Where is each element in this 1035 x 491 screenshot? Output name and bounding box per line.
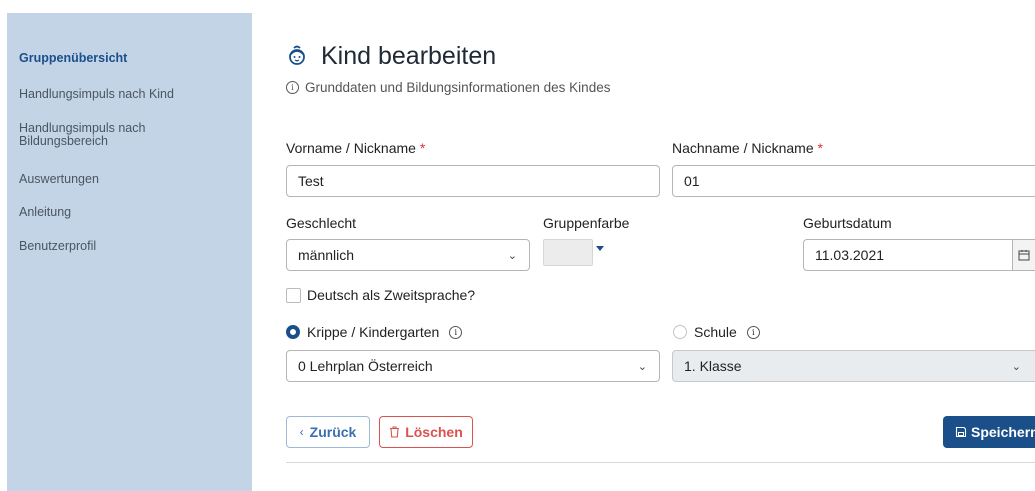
back-button[interactable]: ‹ Zurück bbox=[286, 416, 370, 448]
sidebar-item-anleitung[interactable]: Anleitung bbox=[19, 206, 71, 219]
trash-icon bbox=[390, 426, 400, 438]
nachname-label: Nachname / Nickname * bbox=[672, 140, 823, 156]
nachname-field[interactable]: 01 bbox=[672, 165, 1035, 197]
geburtsdatum-field[interactable]: 11.03.2021 bbox=[803, 239, 1013, 271]
save-button[interactable]: Speichern bbox=[943, 416, 1035, 448]
delete-button[interactable]: Löschen bbox=[379, 416, 473, 448]
geschlecht-label: Geschlecht bbox=[286, 215, 357, 231]
vorname-label: Vorname / Nickname * bbox=[286, 140, 426, 156]
klasse-select[interactable]: 1. Klasse ⌄ bbox=[672, 350, 1035, 382]
deutsch-checkbox[interactable] bbox=[286, 288, 301, 303]
divider bbox=[286, 462, 1035, 463]
page-subtitle: i Grunddaten und Bildungsinformationen d… bbox=[286, 80, 610, 95]
schule-radio[interactable] bbox=[673, 325, 687, 339]
calendar-icon bbox=[1018, 250, 1030, 261]
page-header: Kind bearbeiten bbox=[285, 38, 496, 74]
krippe-radio[interactable] bbox=[286, 325, 300, 339]
deutsch-label: Deutsch als Zweitsprache? bbox=[307, 287, 476, 303]
chevron-down-icon: ⌄ bbox=[1011, 361, 1021, 373]
krippe-label: Krippe / Kindergarten bbox=[307, 324, 440, 340]
chevron-down-icon: ⌄ bbox=[637, 361, 647, 373]
subtitle-text: Grunddaten und Bildungsinformationen des… bbox=[305, 80, 611, 95]
sidebar-item-handlungsimpuls-kind[interactable]: Handlungsimpuls nach Kind bbox=[19, 88, 174, 101]
krippe-label-row: Krippe / Kindergarten i bbox=[307, 324, 463, 340]
gruppenfarbe-swatch[interactable] bbox=[543, 239, 593, 266]
page-title: Kind bearbeiten bbox=[321, 41, 497, 70]
sidebar: Gruppenübersicht Handlungsimpuls nach Ki… bbox=[7, 13, 252, 491]
chevron-down-icon: ⌄ bbox=[507, 250, 517, 262]
schule-label: Schule bbox=[694, 324, 737, 340]
info-icon[interactable]: i bbox=[449, 325, 463, 339]
chevron-left-icon: ‹ bbox=[299, 425, 304, 439]
lehrplan-select[interactable]: 0 Lehrplan Österreich ⌄ bbox=[286, 350, 660, 382]
geburtsdatum-label: Geburtsdatum bbox=[803, 215, 892, 231]
geschlecht-select[interactable]: männlich ⌄ bbox=[286, 239, 530, 271]
floppy-disk-icon bbox=[955, 426, 967, 438]
info-icon: i bbox=[286, 81, 299, 94]
sidebar-item-handlungsimpuls-bildungsbereich-line2[interactable]: Bildungsbereich bbox=[19, 135, 108, 148]
caret-down-icon[interactable] bbox=[596, 246, 604, 251]
child-face-icon bbox=[289, 45, 305, 65]
info-icon[interactable]: i bbox=[746, 325, 760, 339]
schule-label-row: Schule i bbox=[694, 324, 760, 340]
calendar-button[interactable] bbox=[1012, 239, 1035, 271]
sidebar-item-handlungsimpuls-bildungsbereich[interactable]: Handlungsimpuls nach bbox=[19, 122, 145, 135]
sidebar-item-gruppenuebersicht[interactable]: Gruppenübersicht bbox=[19, 52, 127, 65]
sidebar-item-benutzerprofil[interactable]: Benutzerprofil bbox=[19, 240, 96, 253]
gruppenfarbe-label: Gruppenfarbe bbox=[543, 215, 630, 231]
vorname-field[interactable]: Test bbox=[286, 165, 660, 197]
sidebar-item-auswertungen[interactable]: Auswertungen bbox=[19, 173, 99, 186]
